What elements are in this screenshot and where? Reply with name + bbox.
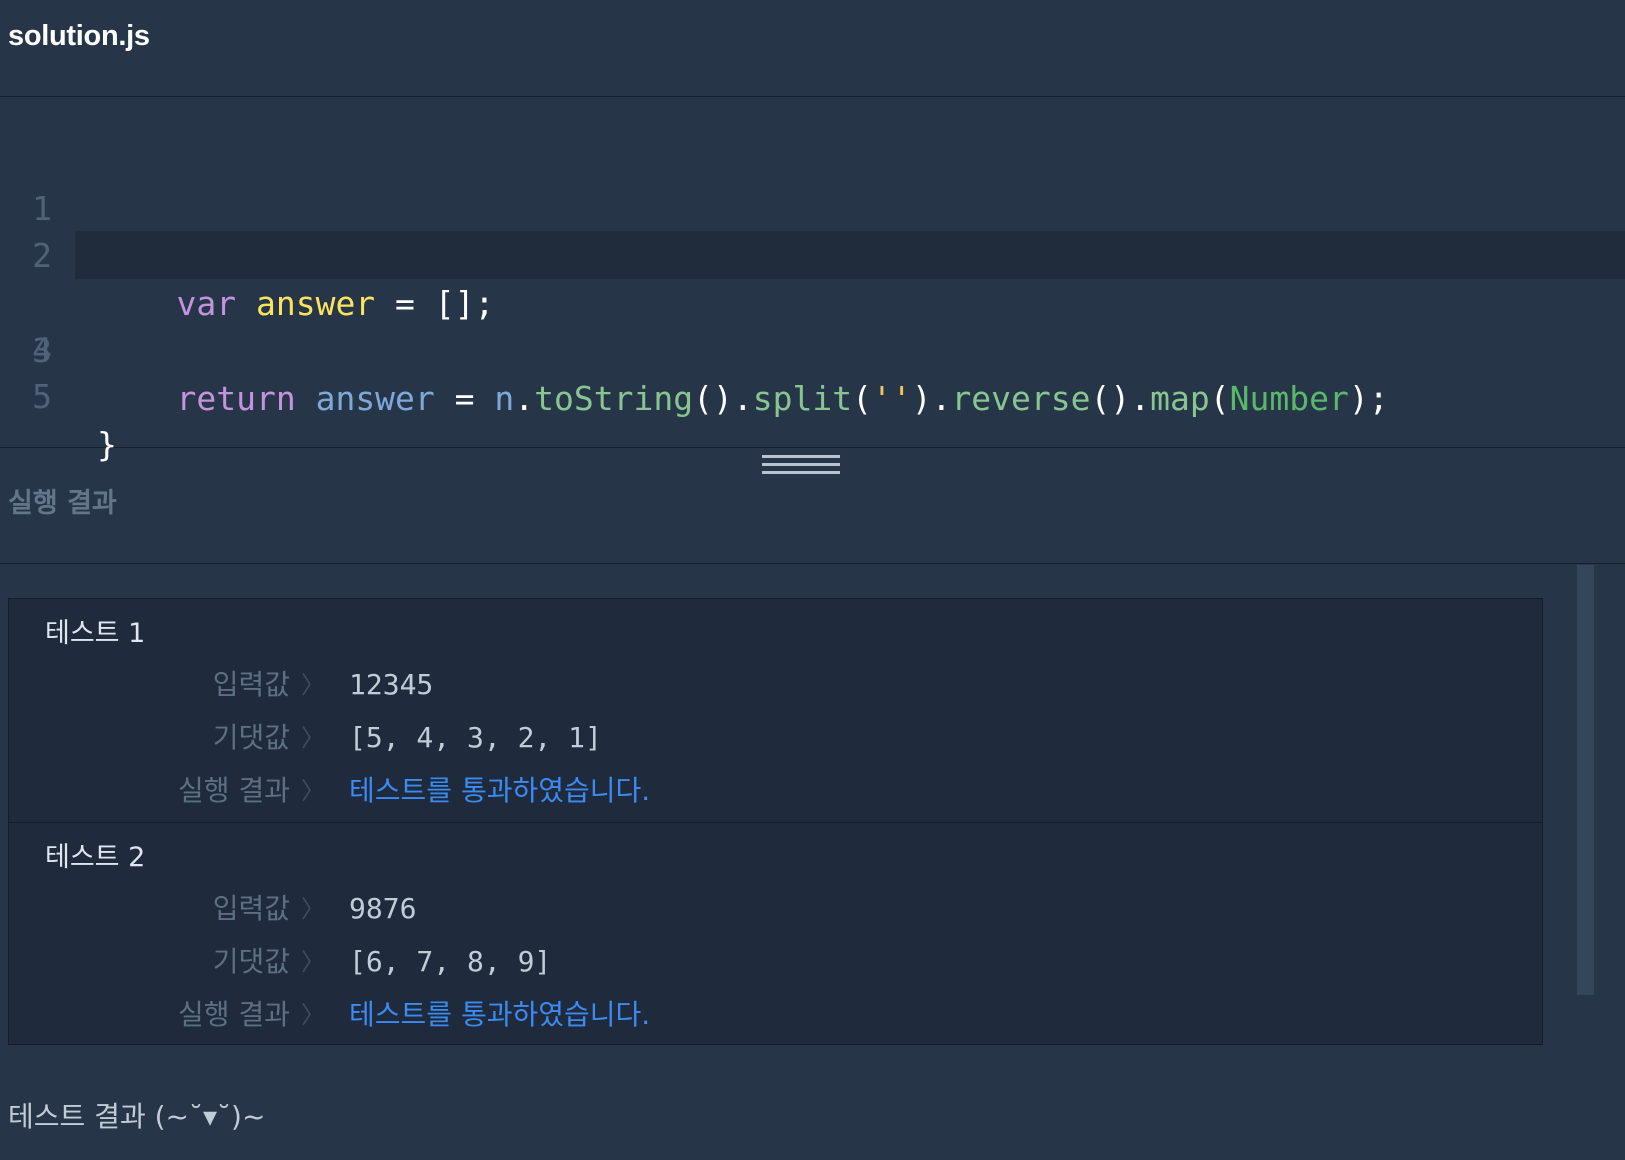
result-value: 테스트를 통과하였습니다. bbox=[349, 998, 651, 1031]
test-input-row: 입력값 〉 12345 bbox=[9, 664, 1542, 706]
code-token: split bbox=[752, 379, 853, 418]
chevron-right-icon: 〉 bbox=[301, 671, 325, 699]
input-value: 12345 bbox=[349, 668, 434, 701]
input-label: 입력값 bbox=[212, 892, 290, 925]
code-token: answer bbox=[315, 379, 435, 418]
result-label: 실행 결과 bbox=[178, 774, 290, 807]
chevron-right-icon: 〉 bbox=[301, 777, 325, 805]
test-case: 테스트 1 입력값 〉 12345 기댓값 〉 [5, 4, 3, 2, 1] … bbox=[9, 599, 1542, 821]
code-token: (). bbox=[1090, 379, 1151, 418]
chevron-right-icon: 〉 bbox=[301, 948, 325, 976]
test-summary: 테스트 결과 (~˘▾˘)~ bbox=[8, 1100, 266, 1133]
code-token: '' bbox=[871, 379, 912, 418]
code-editor[interactable]: 1 function solution(n) { 2 var answer = … bbox=[0, 97, 1625, 464]
input-label: 입력값 bbox=[212, 668, 290, 701]
test-expected-row: 기댓값 〉 [6, 7, 8, 9] bbox=[9, 941, 1542, 983]
test-results-panel: 테스트 1 입력값 〉 12345 기댓값 〉 [5, 4, 3, 2, 1] … bbox=[8, 598, 1543, 1045]
chevron-right-icon: 〉 bbox=[301, 724, 325, 752]
code-token: . bbox=[514, 379, 535, 418]
result-label: 실행 결과 bbox=[178, 998, 290, 1031]
code-token: return bbox=[176, 379, 296, 418]
code-line[interactable]: 1 function solution(n) { bbox=[0, 137, 1625, 276]
test-result-row: 실행 결과 〉 테스트를 통과하였습니다. bbox=[9, 770, 1542, 812]
expected-value: [6, 7, 8, 9] bbox=[349, 945, 552, 978]
code-line-active[interactable]: 3 return answer = n.toString().split('')… bbox=[0, 231, 1625, 418]
result-title: 실행 결과 bbox=[8, 488, 117, 519]
code-token: = bbox=[434, 379, 495, 418]
code-line[interactable]: 5 } bbox=[0, 325, 1625, 464]
test-title: 테스트 1 bbox=[45, 618, 146, 649]
line-number: 5 bbox=[32, 377, 52, 416]
code-token: ( bbox=[1209, 379, 1230, 418]
resize-handle-icon[interactable] bbox=[762, 455, 840, 476]
chevron-right-icon: 〉 bbox=[301, 895, 325, 923]
scrollbar-thumb[interactable] bbox=[1577, 565, 1594, 995]
code-token: ( bbox=[852, 379, 872, 418]
active-line-highlight bbox=[75, 231, 1625, 279]
chevron-right-icon: 〉 bbox=[301, 1001, 325, 1029]
expected-label: 기댓값 bbox=[212, 945, 290, 978]
code-token: n bbox=[494, 379, 515, 418]
code-line[interactable]: 4 bbox=[0, 278, 1625, 369]
expected-value: [5, 4, 3, 2, 1] bbox=[349, 721, 602, 754]
code-token: ); bbox=[1348, 379, 1389, 418]
file-name: solution.js bbox=[8, 20, 150, 52]
line-code[interactable]: return answer = n.toString().split('').r… bbox=[97, 375, 1389, 423]
code-token: toString bbox=[534, 379, 694, 418]
code-token: ). bbox=[911, 379, 952, 418]
input-value: 9876 bbox=[349, 892, 417, 925]
file-header: solution.js bbox=[0, 0, 1625, 97]
code-token: (). bbox=[693, 379, 753, 418]
test-input-row: 입력값 〉 9876 bbox=[9, 888, 1542, 930]
code-token: reverse bbox=[951, 379, 1091, 418]
code-token: Number bbox=[1229, 379, 1349, 418]
result-value: 테스트를 통과하였습니다. bbox=[349, 774, 651, 807]
test-expected-row: 기댓값 〉 [5, 4, 3, 2, 1] bbox=[9, 717, 1542, 759]
code-line[interactable]: 2 var answer = []; bbox=[0, 184, 1625, 323]
expected-label: 기댓값 bbox=[212, 721, 290, 754]
test-result-row: 실행 결과 〉 테스트를 통과하였습니다. bbox=[9, 994, 1542, 1036]
code-token: map bbox=[1150, 379, 1210, 418]
test-title: 테스트 2 bbox=[45, 842, 146, 873]
test-case: 테스트 2 입력값 〉 9876 기댓값 〉 [6, 7, 8, 9] 실행 결… bbox=[9, 822, 1542, 1044]
